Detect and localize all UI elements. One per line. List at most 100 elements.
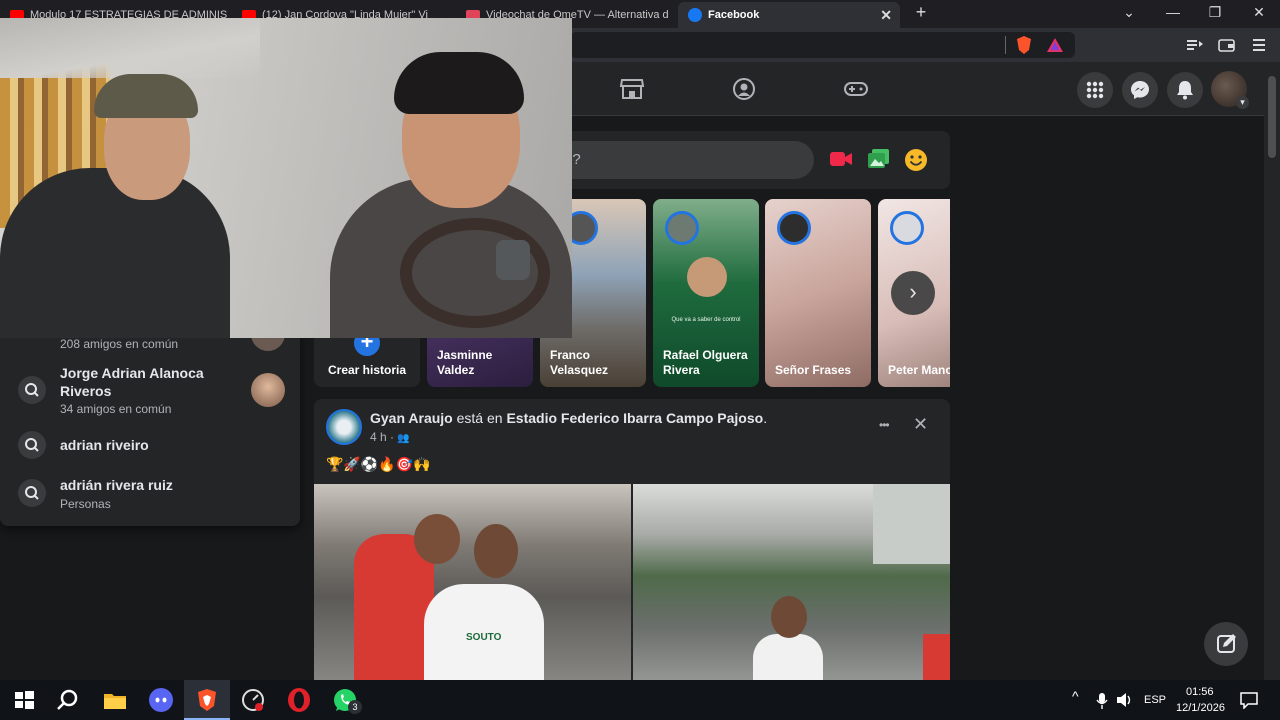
search-result[interactable]: Jorge Adrian Alanoca Riveros 34 amigos e… <box>0 362 300 418</box>
player-head <box>771 596 807 638</box>
new-tab-button[interactable]: + <box>906 2 936 23</box>
story-avatar <box>890 211 924 245</box>
groups-icon[interactable] <box>731 76 757 102</box>
minimize-button[interactable]: — <box>1158 4 1188 20</box>
search-result-name: Jorge Adrian Alanoca Riveros <box>60 365 204 399</box>
tab-title: Facebook <box>708 9 760 21</box>
speedtest-icon[interactable] <box>239 686 267 714</box>
story-name: Señor Frases <box>775 363 852 377</box>
close-window-button[interactable]: ✕ <box>1244 4 1274 21</box>
post-meta: 4 h · 👥 <box>370 430 410 444</box>
facebook-icon <box>688 8 702 22</box>
stadium-wall <box>873 484 950 564</box>
post-text: 🏆🚀⚽🔥🎯🙌 <box>326 456 431 472</box>
post-author-name[interactable]: Gyan Araujo <box>370 410 453 426</box>
menu-grid-button[interactable] <box>1077 72 1113 108</box>
whatsapp-badge: 3 <box>348 700 362 714</box>
search-result[interactable]: adrian riveiro <box>0 430 300 460</box>
story-name: Peter Manc Paita <box>888 363 950 377</box>
search-results-panel: 208 amigos en común Jorge Adrian Alanoca… <box>0 326 300 526</box>
clock-date[interactable]: 12/1/2026 <box>1176 702 1225 714</box>
search-result[interactable]: adrián rivera ruiz Personas <box>0 472 300 516</box>
menu-icon[interactable] <box>1252 37 1266 53</box>
scrollbar-thumb[interactable] <box>1268 76 1276 158</box>
person-left-jacket <box>0 168 230 338</box>
friends-audience-icon: 👥 <box>397 433 410 444</box>
story-caption: Que va a saber de control <box>671 317 741 323</box>
story-card[interactable]: Que va a saber de control Rafael Olguera… <box>653 199 759 387</box>
post-header-line: Gyan Araujo está en Estadio Federico Iba… <box>370 410 767 426</box>
gaming-icon[interactable] <box>843 76 869 102</box>
tab-search-chevron-icon[interactable]: ⌄ <box>1114 4 1144 21</box>
notification-center-icon[interactable] <box>1240 691 1258 709</box>
search-icon <box>18 376 46 404</box>
feed-post: Gyan Araujo está en Estadio Federico Iba… <box>314 399 950 689</box>
opera-icon[interactable] <box>285 686 313 714</box>
language-indicator[interactable]: ESP <box>1144 694 1166 706</box>
windows-taskbar: 3 ^ ESP 01:56 12/1/2026 <box>0 680 1280 720</box>
discord-icon[interactable] <box>147 686 175 714</box>
search-result-category: Personas <box>60 497 111 511</box>
story-person-face <box>687 257 727 297</box>
file-explorer-icon[interactable] <box>101 686 129 714</box>
story-name: Rafael Olguera Rivera <box>663 348 748 377</box>
story-avatar <box>777 211 811 245</box>
brave-shields-icon[interactable] <box>1015 35 1033 55</box>
post-period: . <box>763 410 768 426</box>
feeling-activity-icon[interactable] <box>904 148 928 172</box>
new-message-button[interactable] <box>1204 622 1248 666</box>
address-bar[interactable] <box>570 32 1075 58</box>
notifications-button[interactable] <box>1167 72 1203 108</box>
close-tab-icon[interactable]: ✕ <box>880 7 892 24</box>
search-icon[interactable] <box>54 686 82 714</box>
compose-icon <box>1217 634 1236 653</box>
tab-facebook[interactable]: Facebook ✕ <box>678 2 900 28</box>
marketplace-icon[interactable] <box>619 76 645 102</box>
person-right-hair <box>394 52 524 114</box>
story-name: Franco Velasquez <box>550 348 609 377</box>
windows-start-icon[interactable] <box>10 686 38 714</box>
wristwatch <box>496 240 530 280</box>
search-result-mutual: 34 amigos en común <box>60 402 172 416</box>
restore-button[interactable]: ❐ <box>1200 4 1230 21</box>
messenger-button[interactable] <box>1122 72 1158 108</box>
search-result-mutual: 208 amigos en común <box>60 337 179 351</box>
toolbar-divider <box>1005 36 1006 54</box>
volume-icon[interactable] <box>1116 692 1134 708</box>
microphone-icon[interactable] <box>1096 692 1108 710</box>
webcam-video-overlay <box>0 18 572 338</box>
messenger-icon <box>1131 81 1149 99</box>
brave-rewards-icon[interactable] <box>1046 36 1064 54</box>
player-head <box>474 524 518 578</box>
search-icon <box>18 431 46 459</box>
post-author-avatar[interactable] <box>326 409 362 445</box>
live-video-icon[interactable] <box>829 149 853 169</box>
post-connector: está en <box>456 410 503 426</box>
post-time[interactable]: 4 h · <box>370 430 394 444</box>
post-hide-button[interactable]: ✕ <box>913 414 928 435</box>
story-name: Jasminne Valdez <box>437 348 493 377</box>
wallet-icon[interactable] <box>1218 37 1236 53</box>
search-result-name: adrián rivera ruiz <box>60 477 173 493</box>
grid-icon <box>1086 81 1104 99</box>
clock-time[interactable]: 01:56 <box>1186 686 1214 698</box>
playlist-icon[interactable] <box>1186 37 1204 53</box>
story-card[interactable]: Señor Frases <box>765 199 871 387</box>
account-chevron-icon[interactable]: ▾ <box>1236 96 1249 109</box>
page-scrollbar[interactable] <box>1264 62 1280 680</box>
photo-video-icon[interactable] <box>867 148 891 170</box>
search-result-avatar <box>251 373 285 407</box>
story-avatar <box>665 211 699 245</box>
bell-icon <box>1177 81 1193 100</box>
person-left-cap <box>94 74 198 118</box>
brave-icon[interactable] <box>193 686 221 714</box>
tray-overflow-chevron-icon[interactable]: ^ <box>1072 688 1079 704</box>
post-photo-right[interactable] <box>633 484 950 689</box>
ceiling <box>0 18 260 78</box>
search-result-name: adrian riveiro <box>60 437 149 453</box>
post-more-button[interactable]: ••• <box>879 418 890 432</box>
stories-next-button[interactable]: › <box>891 271 935 315</box>
post-photo-left[interactable]: SOUTO <box>314 484 631 689</box>
post-place[interactable]: Estadio Federico Ibarra Campo Pajoso <box>506 410 763 426</box>
search-icon <box>18 479 46 507</box>
